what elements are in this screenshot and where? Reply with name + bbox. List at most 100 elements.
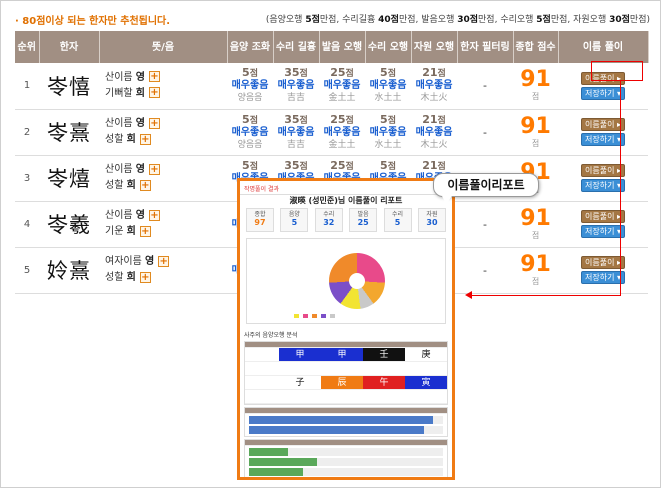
- rank-cell: 2: [15, 109, 39, 156]
- connector-line: [620, 81, 621, 295]
- col-total: 종합 점수: [513, 31, 559, 63]
- add-char-button[interactable]: +: [148, 209, 160, 221]
- score-cell: 5점매우좋음水土土: [365, 63, 411, 110]
- fortune-char: 辰: [321, 376, 363, 389]
- recommendation-notice-bar: · 80점이상 되는 한자만 추천됩니다. (음양오행 5점만점, 수리길흉 4…: [1, 1, 660, 31]
- add-char-button[interactable]: +: [148, 71, 160, 83]
- col-resource-element: 자원 오행: [411, 31, 458, 63]
- notice-text: · 80점이상 되는 한자만 추천됩니다.: [15, 16, 171, 27]
- col-numerology: 수리 길흉: [273, 31, 320, 63]
- save-button[interactable]: 저장하기 ▾: [581, 225, 625, 238]
- save-button[interactable]: 저장하기 ▾: [581, 179, 625, 192]
- col-interpret: 이름 풀이: [558, 31, 649, 63]
- table-header: 순위 한자 뜻/음 음양 조화 수리 길흉 발음 오행 수리 오행 자원 오행 …: [15, 31, 649, 63]
- report-score-box: 종합 97: [246, 208, 274, 232]
- report-callout: 이름풀이리포트: [433, 173, 539, 204]
- report-score-boxes: 종합 97 음양 5 수리 32 발음 25 수리 5 자원 30: [240, 206, 452, 234]
- fortune-char: 壬: [363, 348, 405, 361]
- meaning-cell: 산이름 영 + 성할 희 +: [99, 155, 227, 202]
- col-filter: 한자 필터링: [457, 31, 514, 63]
- interpret-button[interactable]: 이름풀이 ▸: [581, 118, 625, 131]
- save-button[interactable]: 저장하기 ▾: [581, 271, 625, 284]
- interpret-button[interactable]: 이름풀이 ▸: [581, 210, 625, 223]
- col-number-element: 수리 오행: [365, 31, 412, 63]
- meaning-cell: 산이름 영 + 기운 희 +: [99, 201, 227, 248]
- action-cell: 이름풀이 ▸ 저장하기 ▾: [558, 201, 648, 248]
- total-score-cell: 91점: [513, 201, 558, 248]
- hanja-cell: 岺羲: [39, 201, 99, 248]
- add-char-button[interactable]: +: [139, 179, 151, 191]
- add-char-button[interactable]: +: [139, 271, 151, 283]
- hanja-cell: 岺熺: [39, 155, 99, 202]
- score-cell: 21점매우좋음木土火: [411, 109, 457, 156]
- action-cell: 이름풀이 ▸ 저장하기 ▾: [558, 247, 648, 294]
- score-cell: 35점매우좋음吉吉: [273, 63, 319, 110]
- score-cell: 5점매우좋음水土土: [365, 109, 411, 156]
- score-criteria: (음양오행 5점만점, 수리길흉 40점만점, 발음오행 30점만점, 수리오행…: [265, 15, 650, 25]
- meaning-cell: 산이름 영 + 성할 희 +: [99, 109, 227, 156]
- meaning-cell: 여자이름 영 + 성할 희 +: [99, 247, 227, 294]
- report-title: 淑暎 (성민준)님 이름풀이 리포트: [289, 196, 403, 205]
- score-cell: 5점매우좋음양음음: [227, 63, 273, 110]
- col-meaning: 뜻/음: [99, 31, 228, 63]
- hanja-cell: 岺憘: [39, 63, 99, 110]
- interpret-button[interactable]: 이름풀이 ▸: [581, 256, 625, 269]
- filter-cell: -: [457, 201, 513, 248]
- fortune-row: 子辰午寅: [245, 376, 447, 390]
- interpret-button[interactable]: 이름풀이 ▸: [581, 164, 625, 177]
- col-sound-element: 발음 오행: [319, 31, 366, 63]
- highlight-box: [591, 61, 643, 81]
- fortune-section-title: 사주의 음양오행 분석: [244, 332, 298, 339]
- total-score-cell: 91점: [513, 63, 558, 110]
- report-score-box: 음양 5: [280, 208, 309, 232]
- score-cell: 25점매우좋음金土土: [319, 109, 365, 156]
- fortune-char: 甲: [321, 348, 363, 361]
- fortune-row: 甲甲壬庚: [245, 348, 447, 362]
- fortune-char: 庚: [405, 348, 447, 361]
- action-cell: 이름풀이 ▸ 저장하기 ▾: [558, 109, 648, 156]
- report-header: 작명풀이 결과: [240, 181, 452, 195]
- filter-cell: -: [457, 247, 513, 294]
- pie-legend: [291, 314, 336, 320]
- save-button[interactable]: 저장하기 ▾: [581, 86, 625, 100]
- rank-cell: 3: [15, 155, 39, 202]
- pie-graphic: [329, 253, 385, 309]
- add-char-button[interactable]: +: [148, 117, 160, 129]
- report-preview: 작명풀이 결과 淑暎 (성민준)님 이름풀이 리포트 종합 97 음양 5 수리 32 발음…: [237, 178, 455, 480]
- save-button[interactable]: 저장하기 ▾: [581, 133, 625, 146]
- element-bars-2: [244, 439, 448, 477]
- table-row: 2 岺熹 산이름 영 + 성할 희 +5점 매우좋음 양음음 35점 매우좋음 吉吉 25점 매우좋음 金…: [15, 109, 648, 156]
- connector-line: [471, 295, 621, 296]
- fortune-table: 甲甲壬庚 子辰午寅: [244, 341, 448, 405]
- total-score-cell: 91점: [513, 109, 558, 156]
- report-score-box: 자원 30: [417, 208, 446, 232]
- report-pie-chart: [246, 238, 446, 324]
- add-char-button[interactable]: +: [139, 133, 151, 145]
- report-score-box: 발음 25: [349, 208, 378, 232]
- table-row: 1 岺憘 산이름 영 + 기뻐할 희 +5점 매우좋음 양음음 35점 매우좋음 吉吉 25점 매우좋음…: [15, 63, 648, 110]
- add-char-button[interactable]: +: [158, 255, 170, 267]
- add-char-button[interactable]: +: [148, 87, 160, 99]
- total-score-cell: 91점: [513, 247, 558, 294]
- score-cell: 5점매우좋음양음음: [227, 109, 273, 156]
- col-rank: 순위: [15, 31, 40, 63]
- filter-cell: -: [457, 109, 513, 156]
- col-yinyang: 음양 조화: [227, 31, 274, 63]
- filter-cell: -: [457, 63, 513, 110]
- report-score-box: 수리 32: [314, 208, 343, 232]
- score-cell: 21점매우좋음木土火: [411, 63, 457, 110]
- fortune-char: 午: [363, 376, 405, 389]
- rank-cell: 5: [15, 247, 39, 294]
- fortune-char: 寅: [405, 376, 447, 389]
- report-score-box: 수리 5: [383, 208, 412, 232]
- add-char-button[interactable]: +: [139, 225, 151, 237]
- hanja-cell: 岺熹: [39, 109, 99, 156]
- hanja-cell: 姈熹: [39, 247, 99, 294]
- arrow-icon: [465, 291, 472, 299]
- rank-cell: 1: [15, 63, 39, 110]
- col-hanja: 한자: [39, 31, 100, 63]
- fortune-char: 子: [279, 376, 321, 389]
- meaning-cell: 산이름 영 + 기뻐할 희 +: [99, 63, 227, 110]
- element-bars: [244, 407, 448, 437]
- add-char-button[interactable]: +: [148, 163, 160, 175]
